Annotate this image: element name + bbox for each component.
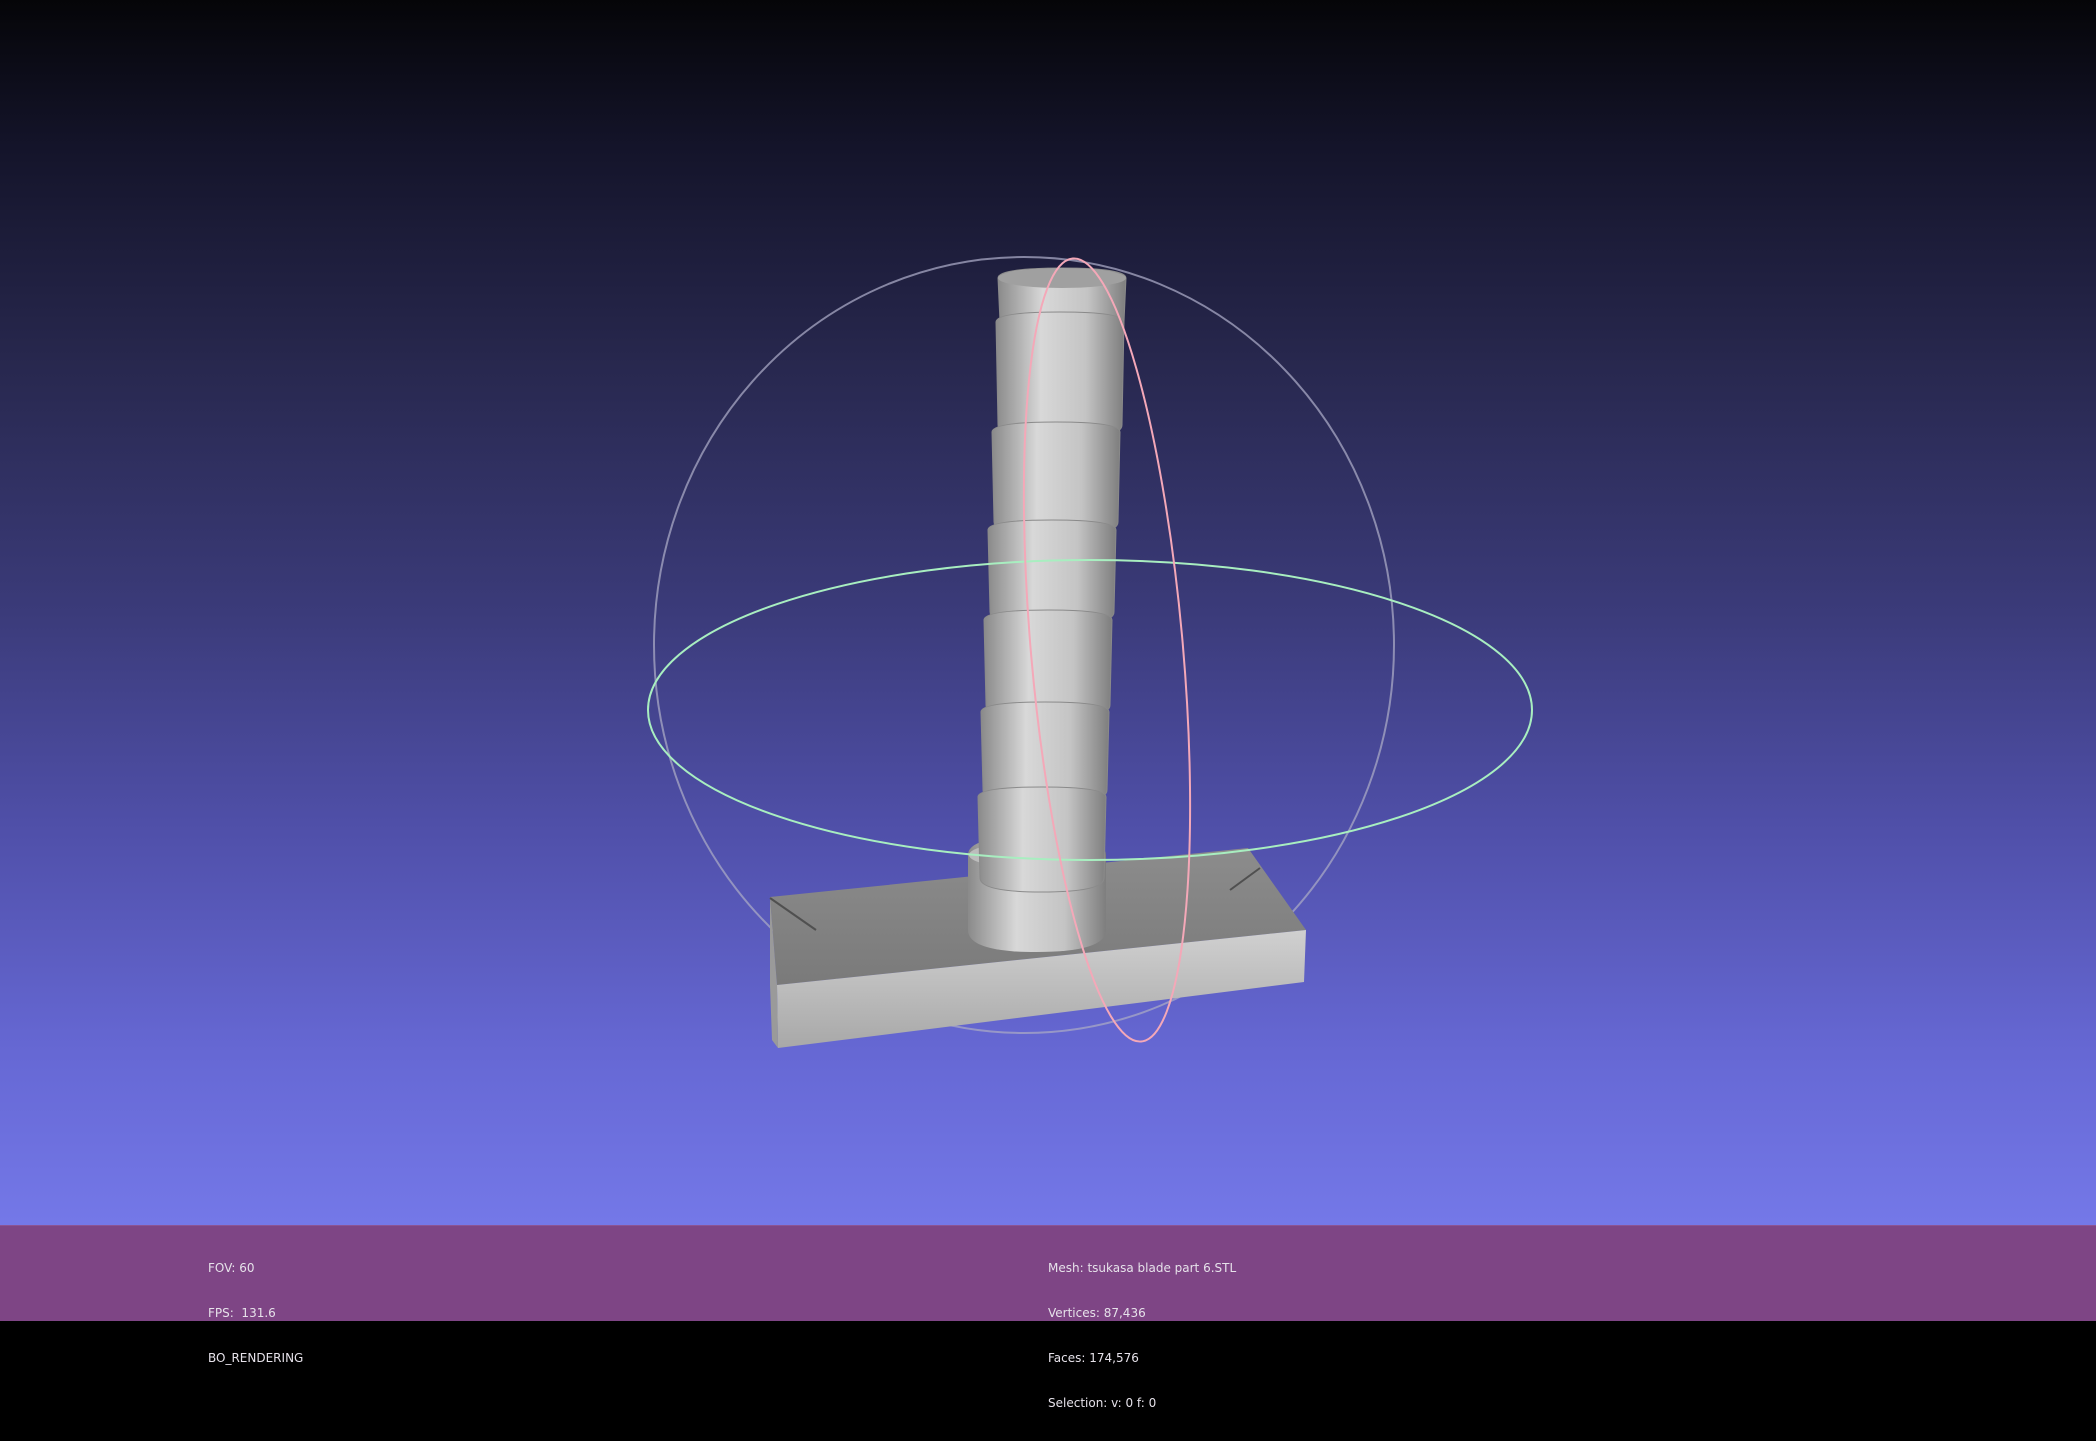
render-mode-label: BO_RENDERING <box>208 1351 304 1365</box>
column-segment <box>991 421 1121 537</box>
info-bar: FOV: 60 FPS: 131.6 BO_RENDERING Mesh: ts… <box>0 1225 2096 1410</box>
fov-label: FOV: 60 <box>208 1261 255 1275</box>
column-segments <box>977 267 1127 893</box>
column-segment <box>977 786 1107 893</box>
scene-canvas <box>647 256 1533 1048</box>
column-top-cap <box>998 268 1126 288</box>
vertices-label: Vertices: 87,436 <box>1048 1306 1146 1320</box>
mesh-model[interactable] <box>770 267 1306 1048</box>
mesh-name-label: Mesh: tsukasa blade part 6.STL <box>1048 1261 1237 1275</box>
selection-label: Selection: v: 0 f: 0 <box>1048 1396 1157 1410</box>
fps-label: FPS: 131.6 <box>208 1306 276 1320</box>
render-info: FOV: 60 FPS: 131.6 BO_RENDERING <box>208 1231 303 1396</box>
3d-viewport[interactable] <box>0 0 2096 1225</box>
column-segment <box>995 311 1125 440</box>
mesh-info: Mesh: tsukasa blade part 6.STL Vertices:… <box>1048 1231 1236 1441</box>
faces-label: Faces: 174,576 <box>1048 1351 1139 1365</box>
